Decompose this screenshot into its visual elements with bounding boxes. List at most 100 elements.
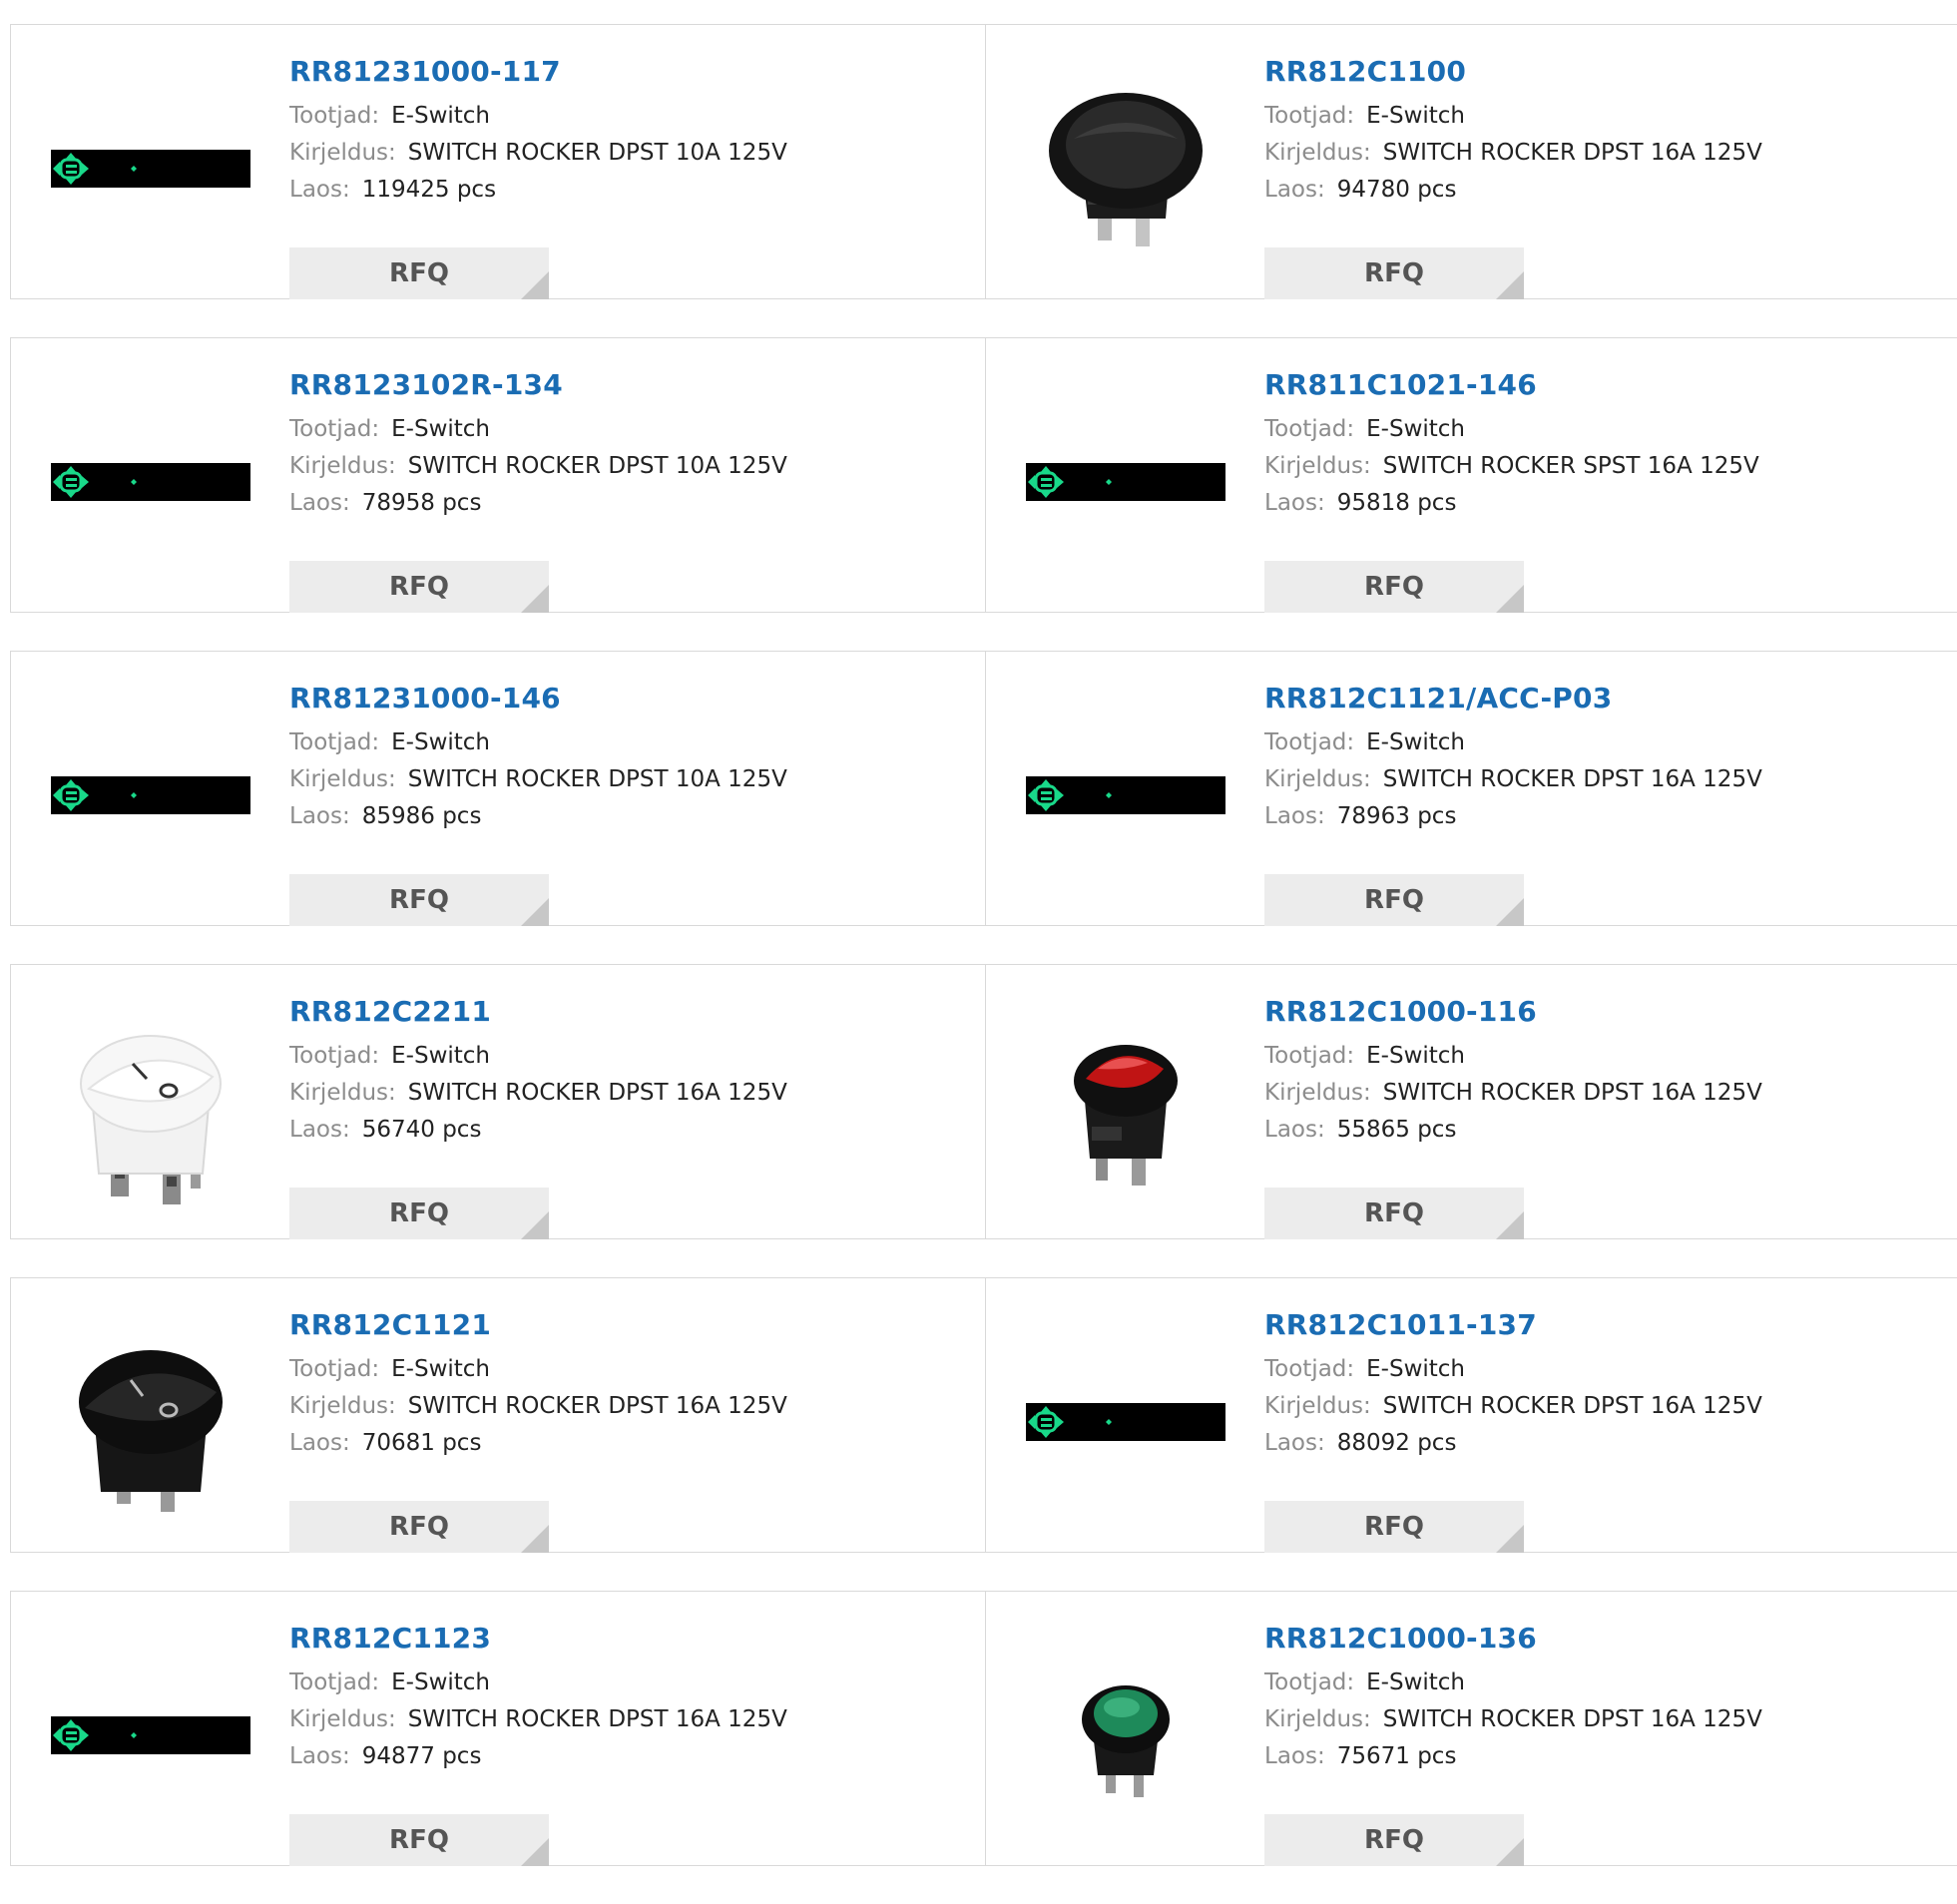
product-info: RR8123102R-134 Tootjad: E-Switch Kirjeldu… xyxy=(289,366,787,613)
product-part-link[interactable]: RR811C1021-146 xyxy=(1264,366,1759,404)
product-thumbnail[interactable] xyxy=(1026,1322,1225,1522)
product-part-link[interactable]: RR812C1000-116 xyxy=(1264,993,1762,1031)
description-label: Kirjeldus: xyxy=(1264,453,1371,479)
rfq-button[interactable]: RFQ xyxy=(1264,1814,1524,1866)
stock-value: 85986 pcs xyxy=(361,803,482,829)
product-part-link[interactable]: RR812C1121/ACC-P03 xyxy=(1264,680,1762,717)
product-info: RR812C1121/ACC-P03 Tootjad: E-Switch Kirj… xyxy=(1264,680,1762,926)
manufacturer-label: Tootjad: xyxy=(289,1356,380,1382)
product-info: RR81231000-117 Tootjad: E-Switch Kirjeldu… xyxy=(289,53,787,299)
product-info: RR812C1011-137 Tootjad: E-Switch Kirjeldu… xyxy=(1264,1306,1762,1553)
product-thumbnail[interactable] xyxy=(51,1636,250,1835)
rfq-button[interactable]: RFQ xyxy=(289,561,549,613)
product-card: RR812C1100 Tootjad: E-Switch Kirjeldus: SW… xyxy=(985,25,1957,299)
product-part-link[interactable]: RR812C1000-136 xyxy=(1264,1620,1762,1658)
product-thumbnail[interactable] xyxy=(51,696,250,895)
description-label: Kirjeldus: xyxy=(289,766,396,792)
stock-value: 94780 pcs xyxy=(1336,177,1457,203)
rfq-button[interactable]: RFQ xyxy=(1264,1188,1524,1239)
description-label: Kirjeldus: xyxy=(1264,140,1371,166)
stock-line: Laos: 88092 pcs xyxy=(1264,1425,1762,1462)
stock-value: 55865 pcs xyxy=(1336,1117,1457,1143)
manufacturer-value: E-Switch xyxy=(391,1669,491,1695)
product-thumbnail[interactable] xyxy=(1026,69,1225,268)
white-rocker-switch-icon xyxy=(80,1035,222,1204)
description-value: SWITCH ROCKER DPST 16A 125V xyxy=(1382,1393,1762,1419)
product-part-link[interactable]: RR812C2211 xyxy=(289,993,787,1031)
button-corner-decoration xyxy=(521,1525,549,1553)
stock-value: 75671 pcs xyxy=(1336,1743,1457,1769)
stock-line: Laos: 94780 pcs xyxy=(1264,172,1762,209)
manufacturer-value: E-Switch xyxy=(1366,1356,1466,1382)
description-value: SWITCH ROCKER DPST 16A 125V xyxy=(1382,1706,1762,1732)
manufacturer-label: Tootjad: xyxy=(289,103,380,129)
rfq-button[interactable]: RFQ xyxy=(289,1501,549,1553)
product-thumbnail[interactable] xyxy=(1026,696,1225,895)
manufacturer-value: E-Switch xyxy=(1366,416,1466,442)
product-thumbnail[interactable] xyxy=(51,1009,250,1208)
stock-label: Laos: xyxy=(289,490,350,516)
manufacturer-line: Tootjad: E-Switch xyxy=(289,1038,787,1075)
description-label: Kirjeldus: xyxy=(289,1393,396,1419)
product-thumbnail[interactable] xyxy=(51,1322,250,1522)
button-corner-decoration xyxy=(521,585,549,613)
rfq-button[interactable]: RFQ xyxy=(289,874,549,926)
product-part-link[interactable]: RR812C1011-137 xyxy=(1264,1306,1762,1344)
product-part-link[interactable]: RR812C1100 xyxy=(1264,53,1762,91)
description-label: Kirjeldus: xyxy=(289,1706,396,1732)
product-part-link[interactable]: RR812C1123 xyxy=(289,1620,787,1658)
product-part-link[interactable]: RR81231000-146 xyxy=(289,680,787,717)
rfq-button[interactable]: RFQ xyxy=(1264,874,1524,926)
manufacturer-label: Tootjad: xyxy=(289,1043,380,1069)
manufacturer-line: Tootjad: E-Switch xyxy=(289,1351,787,1388)
placeholder-icon xyxy=(1026,1403,1225,1441)
description-value: SWITCH ROCKER SPST 16A 125V xyxy=(1382,453,1759,479)
product-info: RR811C1021-146 Tootjad: E-Switch Kirjeldu… xyxy=(1264,366,1759,613)
stock-label: Laos: xyxy=(289,177,350,203)
manufacturer-value: E-Switch xyxy=(1366,103,1466,129)
description-line: Kirjeldus: SWITCH ROCKER DPST 16A 125V xyxy=(289,1075,787,1112)
rfq-button[interactable]: RFQ xyxy=(289,1188,549,1239)
rfq-button[interactable]: RFQ xyxy=(1264,1501,1524,1553)
product-thumbnail[interactable] xyxy=(51,382,250,582)
product-thumbnail[interactable] xyxy=(1026,1636,1225,1835)
description-line: Kirjeldus: SWITCH ROCKER DPST 16A 125V xyxy=(289,1388,787,1425)
product-info: RR812C1100 Tootjad: E-Switch Kirjeldus: SW… xyxy=(1264,53,1762,299)
manufacturer-value: E-Switch xyxy=(391,729,491,755)
rfq-label: RFQ xyxy=(389,885,449,915)
red-rocker-switch-icon xyxy=(1074,1045,1178,1186)
product-card: RR81231000-117 Tootjad: E-Switch Kirjeldu… xyxy=(10,25,985,299)
description-value: SWITCH ROCKER DPST 16A 125V xyxy=(1382,140,1762,166)
product-part-link[interactable]: RR81231000-117 xyxy=(289,53,787,91)
product-info: RR812C1121 Tootjad: E-Switch Kirjeldus: SW… xyxy=(289,1306,787,1553)
product-thumbnail[interactable] xyxy=(1026,382,1225,582)
manufacturer-label: Tootjad: xyxy=(1264,1356,1355,1382)
stock-label: Laos: xyxy=(289,803,350,829)
placeholder-icon xyxy=(51,776,250,814)
product-part-link[interactable]: RR812C1121 xyxy=(289,1306,787,1344)
description-value: SWITCH ROCKER DPST 16A 125V xyxy=(407,1393,787,1419)
manufacturer-line: Tootjad: E-Switch xyxy=(1264,1351,1762,1388)
product-part-link[interactable]: RR8123102R-134 xyxy=(289,366,787,404)
manufacturer-label: Tootjad: xyxy=(289,729,380,755)
product-thumbnail[interactable] xyxy=(1026,1009,1225,1208)
product-card: RR812C2211 Tootjad: E-Switch Kirjeldus: SW… xyxy=(10,965,985,1239)
placeholder-icon xyxy=(51,463,250,501)
black-rocker-switch-side-icon xyxy=(1049,93,1203,246)
rfq-label: RFQ xyxy=(389,258,449,288)
product-thumbnail[interactable] xyxy=(51,69,250,268)
rfq-button[interactable]: RFQ xyxy=(289,247,549,299)
stock-value: 56740 pcs xyxy=(361,1117,482,1143)
rfq-button[interactable]: RFQ xyxy=(1264,247,1524,299)
manufacturer-line: Tootjad: E-Switch xyxy=(289,1665,787,1701)
rfq-button[interactable]: RFQ xyxy=(289,1814,549,1866)
description-value: SWITCH ROCKER DPST 16A 125V xyxy=(1382,766,1762,792)
description-line: Kirjeldus: SWITCH ROCKER DPST 16A 125V xyxy=(1264,1701,1762,1738)
button-corner-decoration xyxy=(521,1211,549,1239)
manufacturer-label: Tootjad: xyxy=(1264,416,1355,442)
product-card: RR812C1121 Tootjad: E-Switch Kirjeldus: SW… xyxy=(10,1278,985,1553)
description-value: SWITCH ROCKER DPST 16A 125V xyxy=(1382,1080,1762,1106)
manufacturer-label: Tootjad: xyxy=(1264,1043,1355,1069)
product-row: RR812C1121 Tootjad: E-Switch Kirjeldus: SW… xyxy=(10,1277,1957,1553)
rfq-button[interactable]: RFQ xyxy=(1264,561,1524,613)
